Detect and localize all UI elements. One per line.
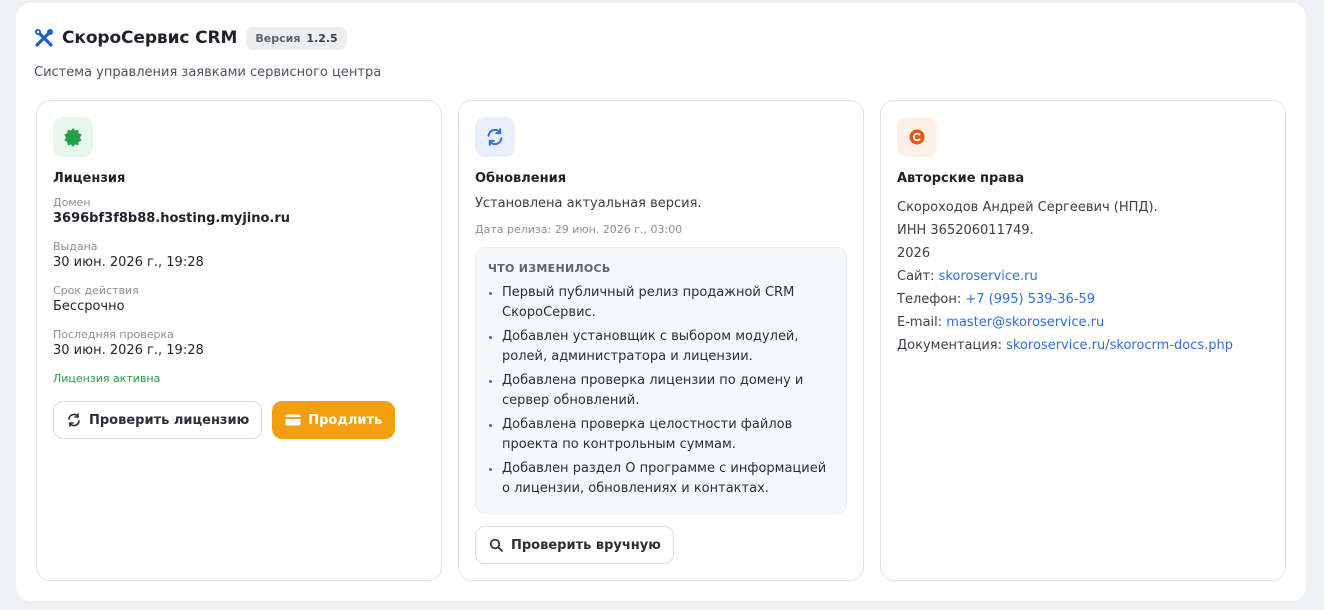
refresh-icon: [475, 117, 515, 157]
license-details: Домен 3696bf3f8b88.hosting.myjino.ru Выд…: [53, 196, 425, 385]
search-icon: [488, 537, 504, 553]
changelog-box: ЧТО ИЗМЕНИЛОСЬ Первый публичный релиз пр…: [475, 247, 847, 514]
changelog-item: Добавлен раздел О программе с информацие…: [488, 459, 834, 499]
phone-label: Телефон:: [897, 292, 962, 307]
license-card: Лицензия Домен 3696bf3f8b88.hosting.myji…: [36, 100, 442, 581]
version-label: Версия: [255, 31, 301, 45]
issued-value: 30 июн. 2026 г., 19:28: [53, 255, 204, 270]
owner-inn: ИНН 365206011749.: [897, 223, 1034, 238]
phone-row: Телефон: +7 (995) 539-36-59: [897, 288, 1269, 311]
license-status: Лицензия активна: [53, 372, 161, 385]
owner-name: Скороходов Андрей Сергеевич (НПД).: [897, 200, 1158, 215]
check-license-button[interactable]: Проверить лицензию: [53, 401, 263, 439]
badge-check-icon: [53, 117, 93, 157]
credit-card-icon: [285, 412, 301, 428]
email-label: E-mail:: [897, 315, 943, 330]
refresh-icon: [66, 412, 82, 428]
issued-label: Выдана: [53, 240, 98, 253]
site-label: Сайт:: [897, 269, 935, 284]
email-row: E-mail: master@skoroservice.ru: [897, 311, 1269, 334]
release-date: Дата релиза: 29 июн. 2026 г., 03:00: [475, 223, 683, 236]
updates-card: Обновления Установлена актуальная версия…: [458, 100, 864, 581]
docs-row: Документация: skoroservice.ru/skorocrm-d…: [897, 334, 1269, 357]
page-header: СкороСервис CRM Версия 1.2.5 Система упр…: [34, 25, 381, 80]
email-link[interactable]: master@skoroservice.ru: [946, 315, 1104, 330]
update-status: Установлена актуальная версия.: [475, 196, 702, 211]
domain-label: Домен: [53, 196, 91, 209]
changelog-item: Первый публичный релиз продажной CRM Ско…: [488, 283, 834, 323]
license-actions: Проверить лицензию Продлить: [53, 401, 396, 439]
docs-link[interactable]: skoroservice.ru/skorocrm-docs.php: [1006, 338, 1233, 353]
copyright-card: Авторские права Скороходов Андрей Сергее…: [880, 100, 1286, 581]
site-link[interactable]: skoroservice.ru: [939, 269, 1038, 284]
term-value: Бессрочно: [53, 299, 125, 314]
title-row: СкороСервис CRM Версия 1.2.5: [34, 25, 381, 51]
domain-value: 3696bf3f8b88.hosting.myjino.ru: [53, 211, 291, 226]
page-title: СкороСервис CRM: [62, 28, 238, 48]
page-subtitle: Система управления заявками сервисного ц…: [34, 65, 382, 80]
changelog-item: Добавлена проверка лицензии по домену и …: [488, 371, 834, 411]
copyright-icon: [897, 117, 937, 157]
version-number: 1.2.5: [306, 31, 338, 45]
about-panel: СкороСервис CRM Версия 1.2.5 Система упр…: [16, 3, 1306, 601]
copyright-title: Авторские права: [897, 171, 1025, 186]
last-check-label: Последняя проверка: [53, 328, 174, 341]
renew-button[interactable]: Продлить: [272, 401, 396, 439]
docs-label: Документация:: [897, 338, 1002, 353]
changelog-item: Добавлен установщик с выбором модулей, р…: [488, 327, 834, 367]
last-check-value: 30 июн. 2026 г., 19:28: [53, 343, 204, 358]
manual-check-label: Проверить вручную: [511, 537, 661, 553]
license-title: Лицензия: [53, 171, 126, 186]
term-label: Срок действия: [53, 284, 139, 297]
updates-title: Обновления: [475, 171, 567, 186]
version-badge: Версия 1.2.5: [246, 26, 347, 50]
changelog-list: Первый публичный релиз продажной CRM Ско…: [488, 283, 834, 499]
copyright-year: 2026: [897, 246, 931, 261]
tools-icon: [34, 27, 56, 49]
updates-details: Установлена актуальная версия. Дата рели…: [475, 196, 847, 564]
manual-check-button[interactable]: Проверить вручную: [475, 526, 674, 564]
check-license-label: Проверить лицензию: [89, 412, 250, 428]
changelog-title: ЧТО ИЗМЕНИЛОСЬ: [488, 262, 611, 275]
site-row: Сайт: skoroservice.ru: [897, 265, 1269, 288]
copyright-details: Скороходов Андрей Сергеевич (НПД). ИНН 3…: [897, 196, 1269, 357]
changelog-item: Добавлена проверка целостности файлов пр…: [488, 415, 834, 455]
renew-label: Продлить: [308, 412, 383, 428]
phone-link[interactable]: +7 (995) 539-36-59: [965, 292, 1095, 307]
